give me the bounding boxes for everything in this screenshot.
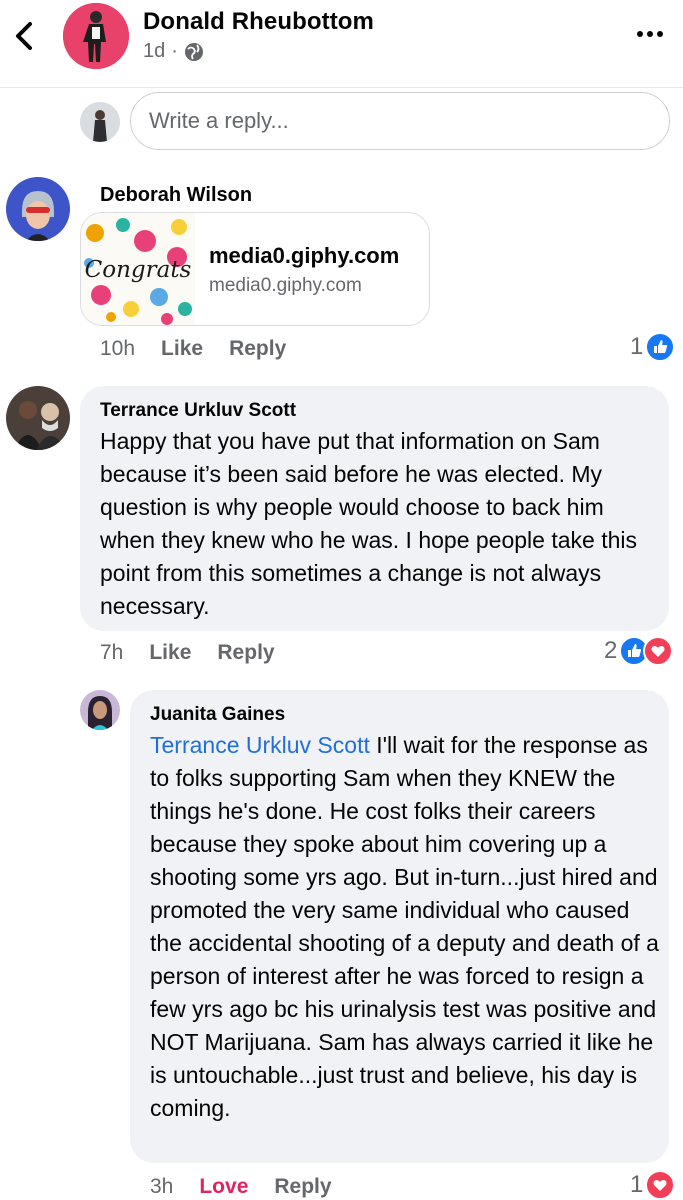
reply-button[interactable]: Reply — [229, 337, 286, 361]
comment-actions: 7h Like Reply — [100, 641, 301, 665]
chevron-left-icon[interactable] — [10, 20, 38, 52]
love-reaction-icon — [645, 1170, 676, 1200]
comment-text: I'll wait for the response as to folks s… — [150, 732, 659, 1121]
commenter-avatar[interactable] — [6, 386, 70, 450]
comment-bubble: Juanita Gaines Terrance Urkluv Scott I'l… — [130, 690, 669, 1163]
reaction-count: 2 — [604, 637, 618, 664]
comment-time: 3h — [150, 1175, 174, 1198]
meta-separator: · — [171, 40, 178, 62]
reaction-summary[interactable]: 2 — [604, 636, 674, 666]
love-reaction-icon — [643, 636, 674, 666]
poster-name[interactable]: Donald Rheubottom — [143, 8, 374, 36]
mention-link[interactable]: Terrance Urkluv Scott — [150, 732, 370, 758]
like-button[interactable]: Like — [161, 337, 203, 361]
reaction-summary[interactable]: 1 — [630, 332, 676, 362]
comment-text: Happy that you have put that information… — [100, 428, 638, 619]
current-user-avatar — [80, 102, 120, 142]
comment-time: 7h — [100, 641, 124, 664]
reply-row — [80, 90, 670, 152]
comment-author[interactable]: Deborah Wilson — [100, 184, 252, 207]
commenter-avatar[interactable] — [80, 690, 120, 730]
reply-input[interactable] — [130, 92, 670, 150]
thumbnail-text: Congrats — [84, 257, 192, 283]
link-title: media0.giphy.com — [209, 243, 400, 268]
comment-author[interactable]: Juanita Gaines — [150, 704, 285, 726]
comment-author[interactable]: Terrance Urkluv Scott — [100, 400, 296, 422]
comment-actions: 3h Love Reply — [150, 1175, 358, 1199]
comment-bubble: Terrance Urkluv Scott Happy that you hav… — [80, 386, 669, 631]
like-reaction-icon — [645, 332, 676, 362]
reaction-count: 1 — [630, 333, 644, 360]
post-header: Donald Rheubottom 1d · — [0, 0, 683, 88]
post-time: 1d — [143, 40, 166, 62]
link-thumbnail: Congrats — [81, 213, 195, 325]
commenter-avatar[interactable] — [6, 177, 70, 241]
link-domain: media0.giphy.com — [209, 275, 362, 296]
globe-icon — [184, 42, 203, 61]
link-preview-card[interactable]: Congrats media0.giphy.com media0.giphy.c… — [80, 212, 430, 326]
reaction-summary[interactable]: 1 — [630, 1170, 676, 1200]
more-horizontal-icon[interactable] — [635, 22, 665, 46]
post-meta: 1d · — [143, 40, 204, 63]
comment-body: Terrance Urkluv Scott I'll wait for the … — [150, 729, 665, 1125]
love-button[interactable]: Love — [199, 1175, 248, 1199]
reply-button[interactable]: Reply — [217, 641, 274, 665]
reply-button[interactable]: Reply — [274, 1175, 331, 1199]
comment-time: 10h — [100, 337, 136, 360]
reaction-count: 1 — [630, 1171, 644, 1198]
poster-avatar[interactable] — [63, 3, 129, 69]
like-button[interactable]: Like — [149, 641, 191, 665]
comment-actions: 10h Like Reply — [100, 337, 312, 361]
